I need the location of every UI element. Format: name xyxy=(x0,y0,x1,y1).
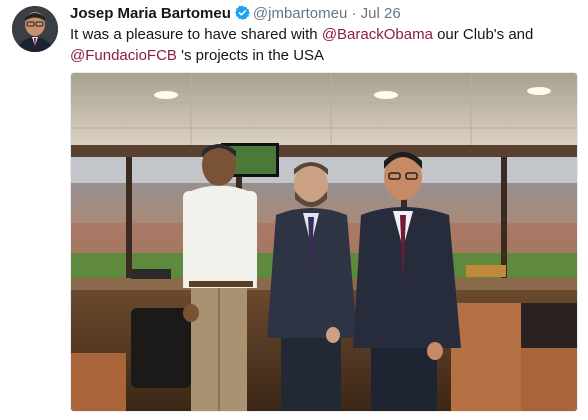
mention-link[interactable]: @BarackObama xyxy=(322,26,433,43)
verified-badge-icon xyxy=(234,5,250,20)
author-handle[interactable]: @jmbartomeu xyxy=(253,5,347,22)
avatar[interactable] xyxy=(12,6,58,52)
photo-stadium-suite xyxy=(71,73,577,411)
tweet-text-part: It was a pleasure to have shared with xyxy=(70,26,322,43)
avatar-image xyxy=(12,6,58,52)
author-name[interactable]: Josep Maria Bartomeu xyxy=(70,5,231,22)
tweet-photo[interactable] xyxy=(70,72,578,412)
tweet-header: Josep Maria Bartomeu @jmbartomeu · Jul 26 xyxy=(70,5,580,23)
tweet-date[interactable]: Jul 26 xyxy=(361,5,401,22)
tweet-text-part: our Club's and xyxy=(432,26,534,43)
tweet: Josep Maria Bartomeu @jmbartomeu · Jul 26… xyxy=(0,0,588,420)
separator-dot: · xyxy=(351,5,357,22)
tweet-text: It was a pleasure to have shared with @B… xyxy=(70,24,575,66)
mention-link[interactable]: @FundacioFCB xyxy=(70,47,177,64)
tweet-text-part: 's projects in the USA xyxy=(176,47,325,64)
